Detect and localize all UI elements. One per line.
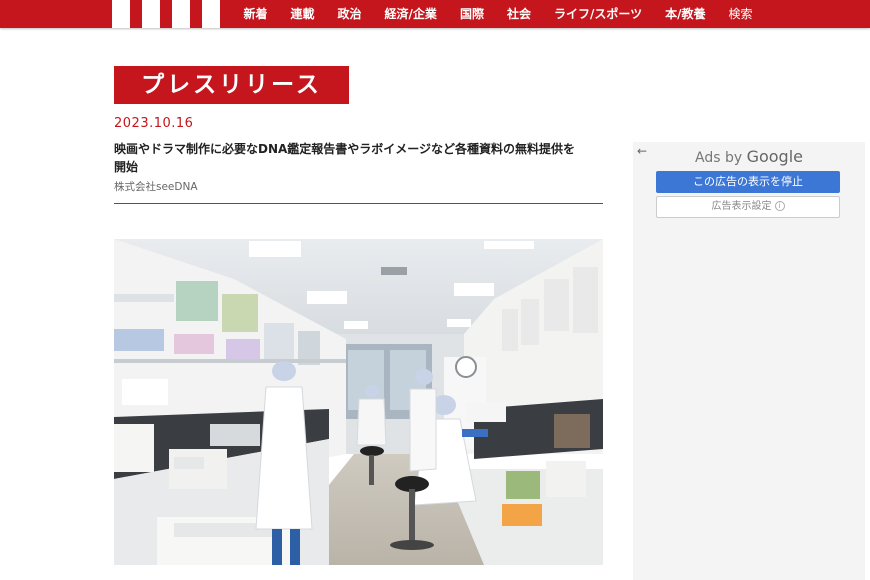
nav-item-life-sports[interactable]: ライフ/スポーツ	[542, 0, 653, 28]
headline-line-1: 映画やドラマ制作に必要なDNA鑑定報告書やラボイメージなど各種資料の無料提供を	[114, 142, 576, 156]
info-icon: i	[774, 201, 785, 211]
ads-by-google[interactable]: Ads by Google	[633, 147, 865, 166]
nav-item-economy[interactable]: 経済/企業	[373, 0, 448, 28]
top-nav-bar: 新着 連載 政治 経済/企業 国際 社会 ライフ/スポーツ 本/教養 検索	[0, 0, 870, 28]
company-name: 株式会社seeDNA	[114, 181, 198, 193]
site-logo[interactable]	[112, 0, 220, 28]
main-nav: 新着 連載 政治 経済/企業 国際 社会 ライフ/スポーツ 本/教養 検索	[232, 0, 764, 28]
divider	[114, 203, 603, 204]
article-photo	[114, 239, 603, 565]
nav-item-search[interactable]: 検索	[717, 0, 764, 28]
ads-by-label: Ads by	[694, 150, 743, 166]
nav-item-books[interactable]: 本/教養	[654, 0, 717, 28]
article-date: 2023.10.16	[114, 116, 194, 131]
headline-line-2: 開始	[114, 160, 139, 174]
nav-item-series[interactable]: 連載	[279, 0, 326, 28]
nav-item-society[interactable]: 社会	[495, 0, 542, 28]
category-label: プレスリリース	[114, 66, 349, 104]
ad-panel: ← Ads by Google この広告の表示を停止 広告表示設定 i	[633, 142, 865, 580]
article-headline: 映画やドラマ制作に必要なDNA鑑定報告書やラボイメージなど各種資料の無料提供を …	[114, 140, 606, 176]
nav-item-new[interactable]: 新着	[232, 0, 279, 28]
ad-settings-label: 広告表示設定	[711, 201, 772, 212]
nav-item-international[interactable]: 国際	[448, 0, 495, 28]
google-label: Google	[746, 147, 803, 166]
stop-ad-button[interactable]: この広告の表示を停止	[656, 171, 840, 193]
nav-item-politics[interactable]: 政治	[326, 0, 373, 28]
ad-settings-button[interactable]: 広告表示設定 i	[656, 196, 840, 218]
